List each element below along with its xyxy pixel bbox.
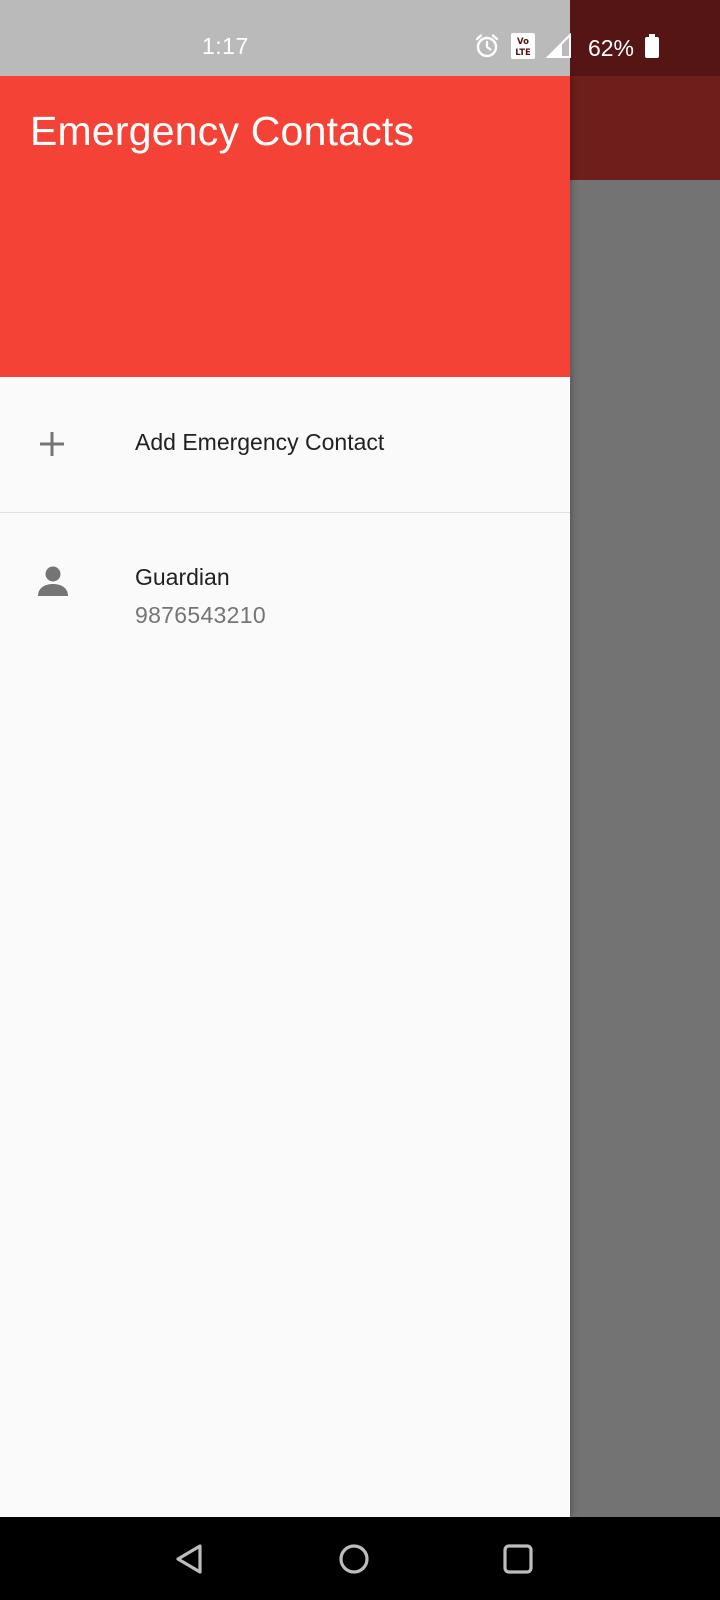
contact-list-item[interactable]: Guardian 9876543210 <box>0 513 570 653</box>
back-icon[interactable] <box>170 1539 210 1579</box>
drawer-header: Emergency Contacts <box>0 76 570 377</box>
battery-icon <box>644 33 660 64</box>
plus-icon <box>37 429 67 459</box>
system-navigation-bar <box>0 1517 720 1600</box>
home-icon[interactable] <box>334 1539 374 1579</box>
status-time: 1:17 <box>202 33 249 59</box>
person-icon <box>35 563 71 599</box>
recents-icon[interactable] <box>498 1539 538 1579</box>
contact-phone: 9876543210 <box>135 602 266 628</box>
add-emergency-contact-label: Add Emergency Contact <box>135 429 385 455</box>
volte-icon: Vo LTE <box>510 32 536 65</box>
contact-name: Guardian <box>135 564 230 590</box>
signal-icon <box>545 32 572 64</box>
status-icons: Vo LTE 62% <box>474 28 660 68</box>
navigation-drawer: Emergency Contacts Add Emergency Contact <box>0 76 570 1517</box>
add-emergency-contact-item[interactable]: Add Emergency Contact <box>0 377 570 512</box>
drawer-title: Emergency Contacts <box>30 108 415 154</box>
svg-text:Vo: Vo <box>517 37 529 47</box>
status-bar: 1:17 Vo LTE 62% <box>0 0 720 76</box>
battery-percent: 62% <box>587 34 634 61</box>
svg-text:LTE: LTE <box>515 48 531 58</box>
alarm-icon <box>474 33 500 64</box>
